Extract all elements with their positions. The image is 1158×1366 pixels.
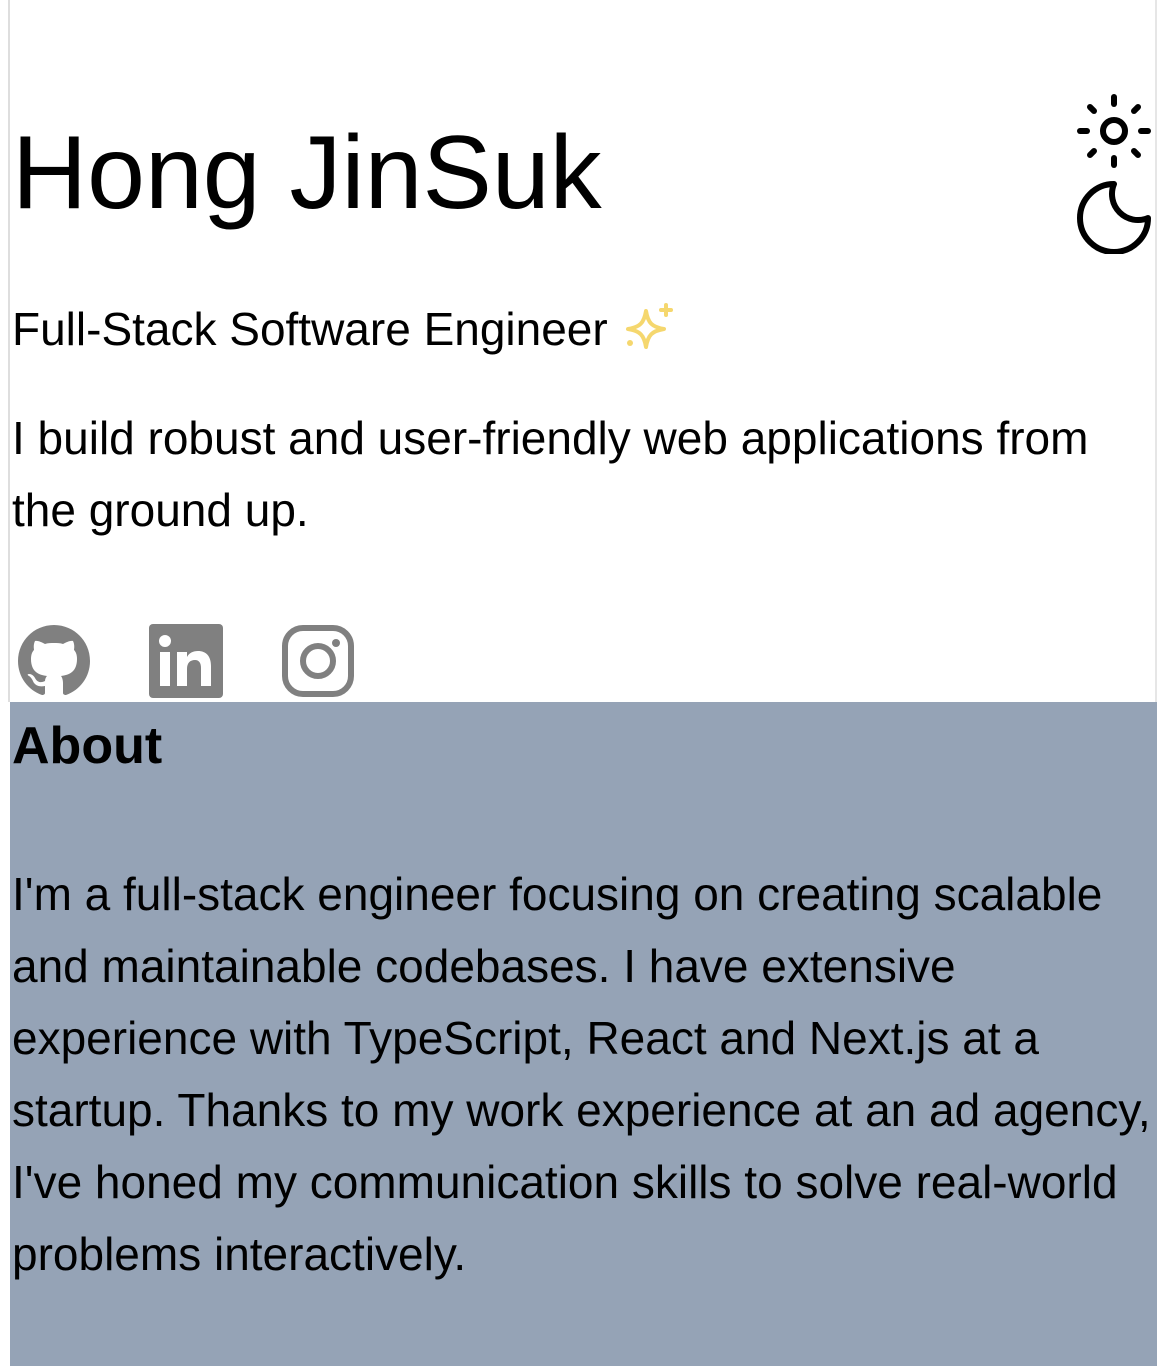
instagram-link[interactable] [280,623,356,699]
right-divider [1155,0,1157,702]
role-line: Full-Stack Software Engineer [12,296,680,362]
theme-toggle-button[interactable] [1074,92,1154,254]
instagram-icon [282,625,354,697]
linkedin-icon [149,624,223,698]
page-title: Hong JinSuk [12,115,602,231]
sun-icon [1077,94,1151,168]
left-divider [8,0,10,702]
hero-section: Hong JinSuk Full-Stack Software Engineer… [12,0,1152,702]
portfolio-page: Hong JinSuk Full-Stack Software Engineer… [0,0,1158,1366]
role-text: Full-Stack Software Engineer [12,303,608,355]
intro-text: I build robust and user-friendly web app… [12,412,1089,536]
about-section: About I'm a full-stack engineer focusing… [10,702,1157,1366]
sun-moon-icon [1077,94,1151,254]
linkedin-link[interactable] [148,623,224,699]
about-heading: About [12,717,163,775]
about-body: I'm a full-stack engineer focusing on cr… [12,868,1151,1280]
github-link[interactable] [16,623,92,699]
moon-icon [1077,181,1151,254]
github-icon [18,625,90,695]
sparkles-icon [620,299,680,359]
